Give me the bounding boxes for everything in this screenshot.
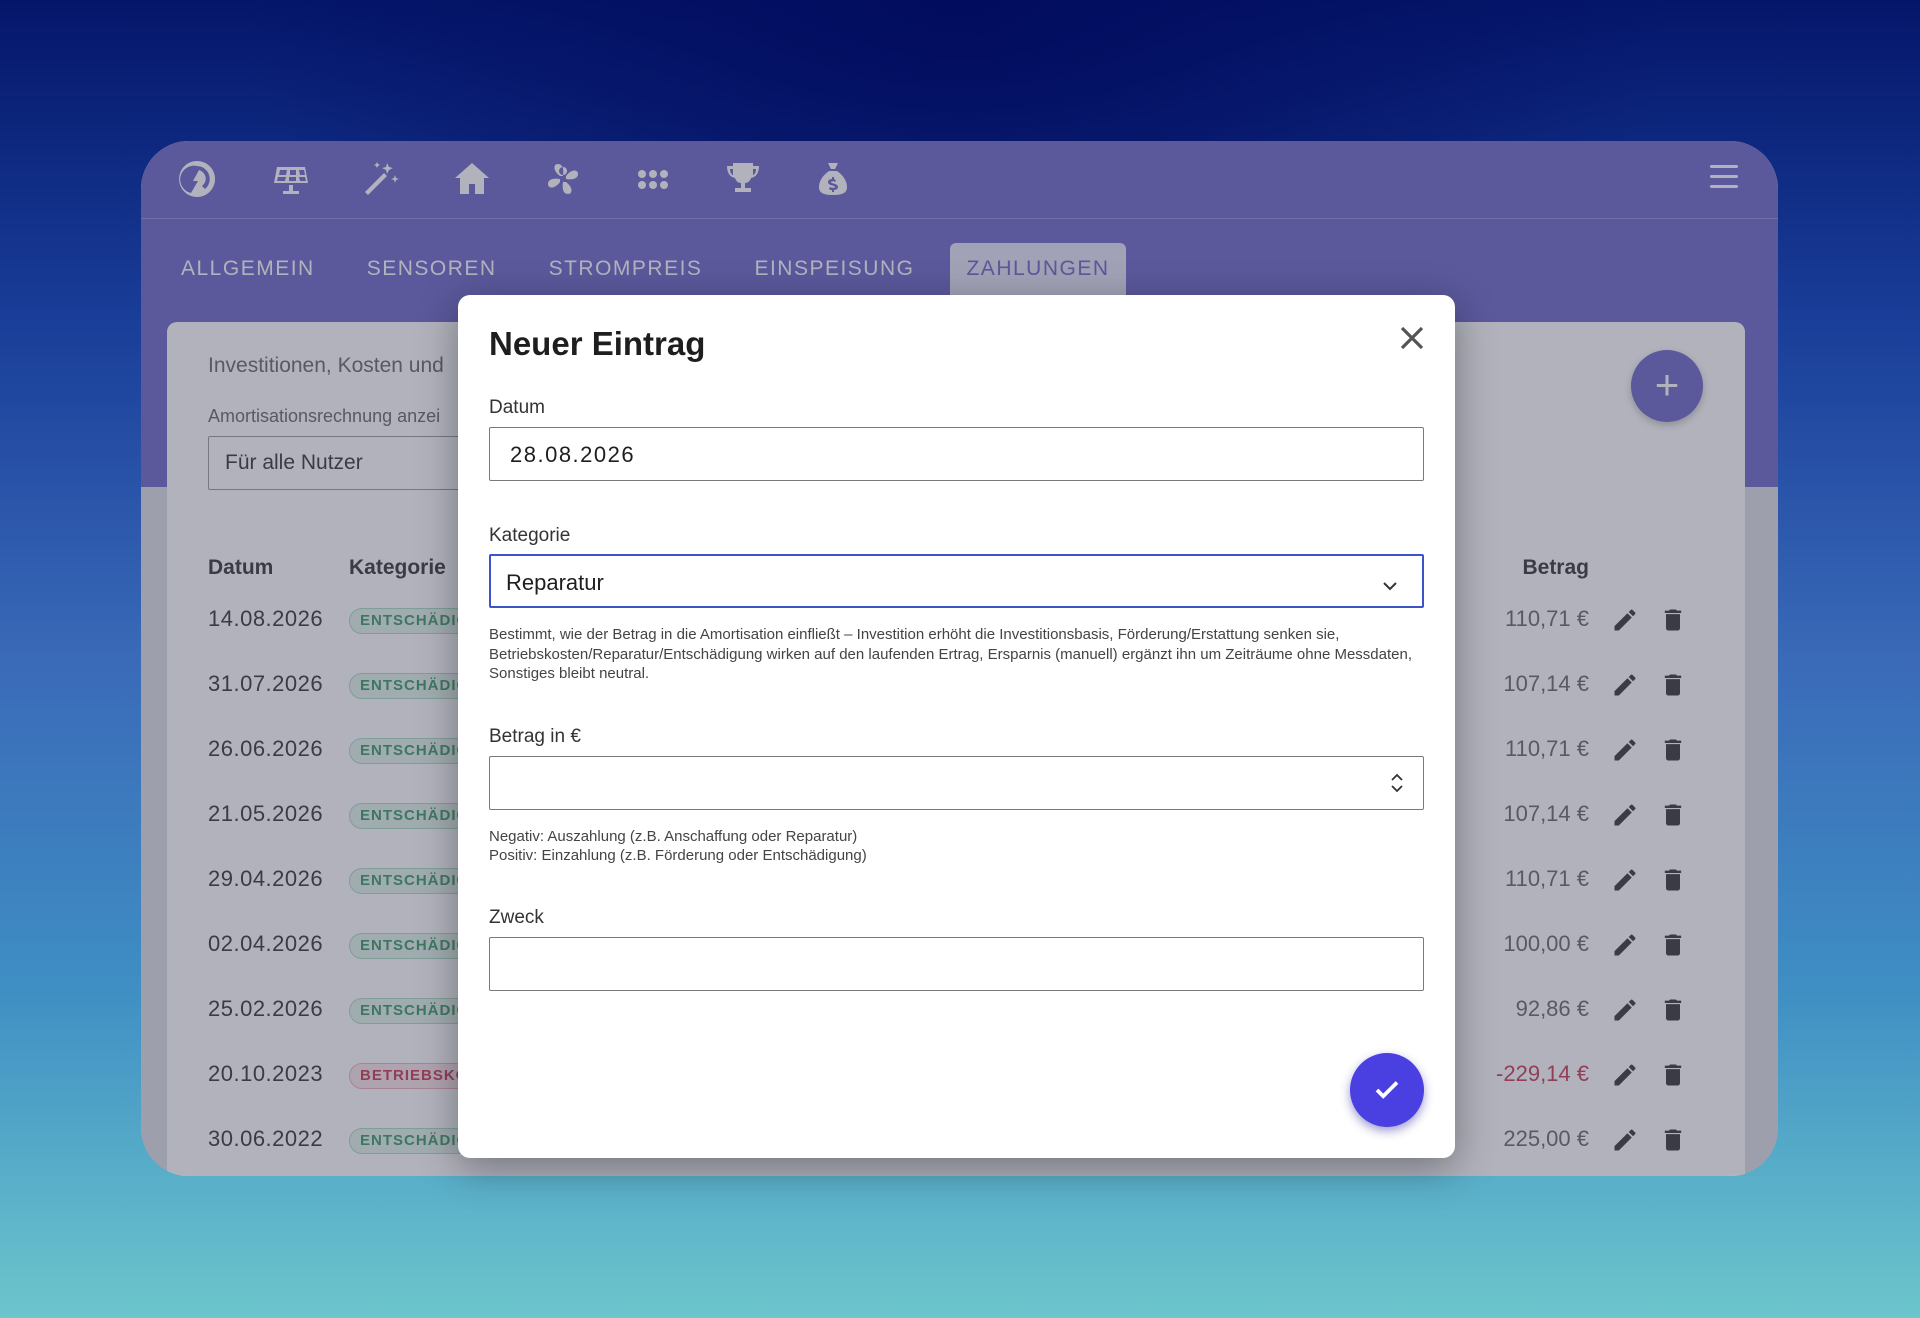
new-entry-dialog: Neuer Eintrag Datum 28.08.2026 Kategorie…	[458, 295, 1455, 1158]
category-value: Reparatur	[506, 570, 604, 595]
submit-button[interactable]	[1350, 1053, 1424, 1127]
amount-hint-negative: Negativ: Auszahlung (z.B. Anschaffung od…	[489, 828, 858, 845]
check-icon	[1375, 1081, 1399, 1099]
stepper-icon[interactable]	[1389, 771, 1405, 795]
date-value: 28.08.2026	[510, 442, 636, 467]
dialog-title: Neuer Eintrag	[489, 325, 706, 362]
purpose-label: Zweck	[489, 907, 544, 928]
amount-label: Betrag in €	[489, 726, 581, 747]
category-select[interactable]: Reparatur	[489, 554, 1424, 608]
date-label: Datum	[489, 397, 545, 418]
close-icon[interactable]	[1397, 323, 1427, 353]
date-field[interactable]: 28.08.2026	[489, 427, 1424, 481]
purpose-input[interactable]	[489, 937, 1424, 991]
amount-input[interactable]	[489, 756, 1424, 810]
amount-hint-positive: Positiv: Einzahlung (z.B. Förderung oder…	[489, 847, 867, 864]
category-label: Kategorie	[489, 525, 571, 546]
category-hint: Bestimmt, wie der Betrag in die Amortisa…	[489, 626, 1413, 682]
chevron-down-icon	[1382, 574, 1398, 591]
